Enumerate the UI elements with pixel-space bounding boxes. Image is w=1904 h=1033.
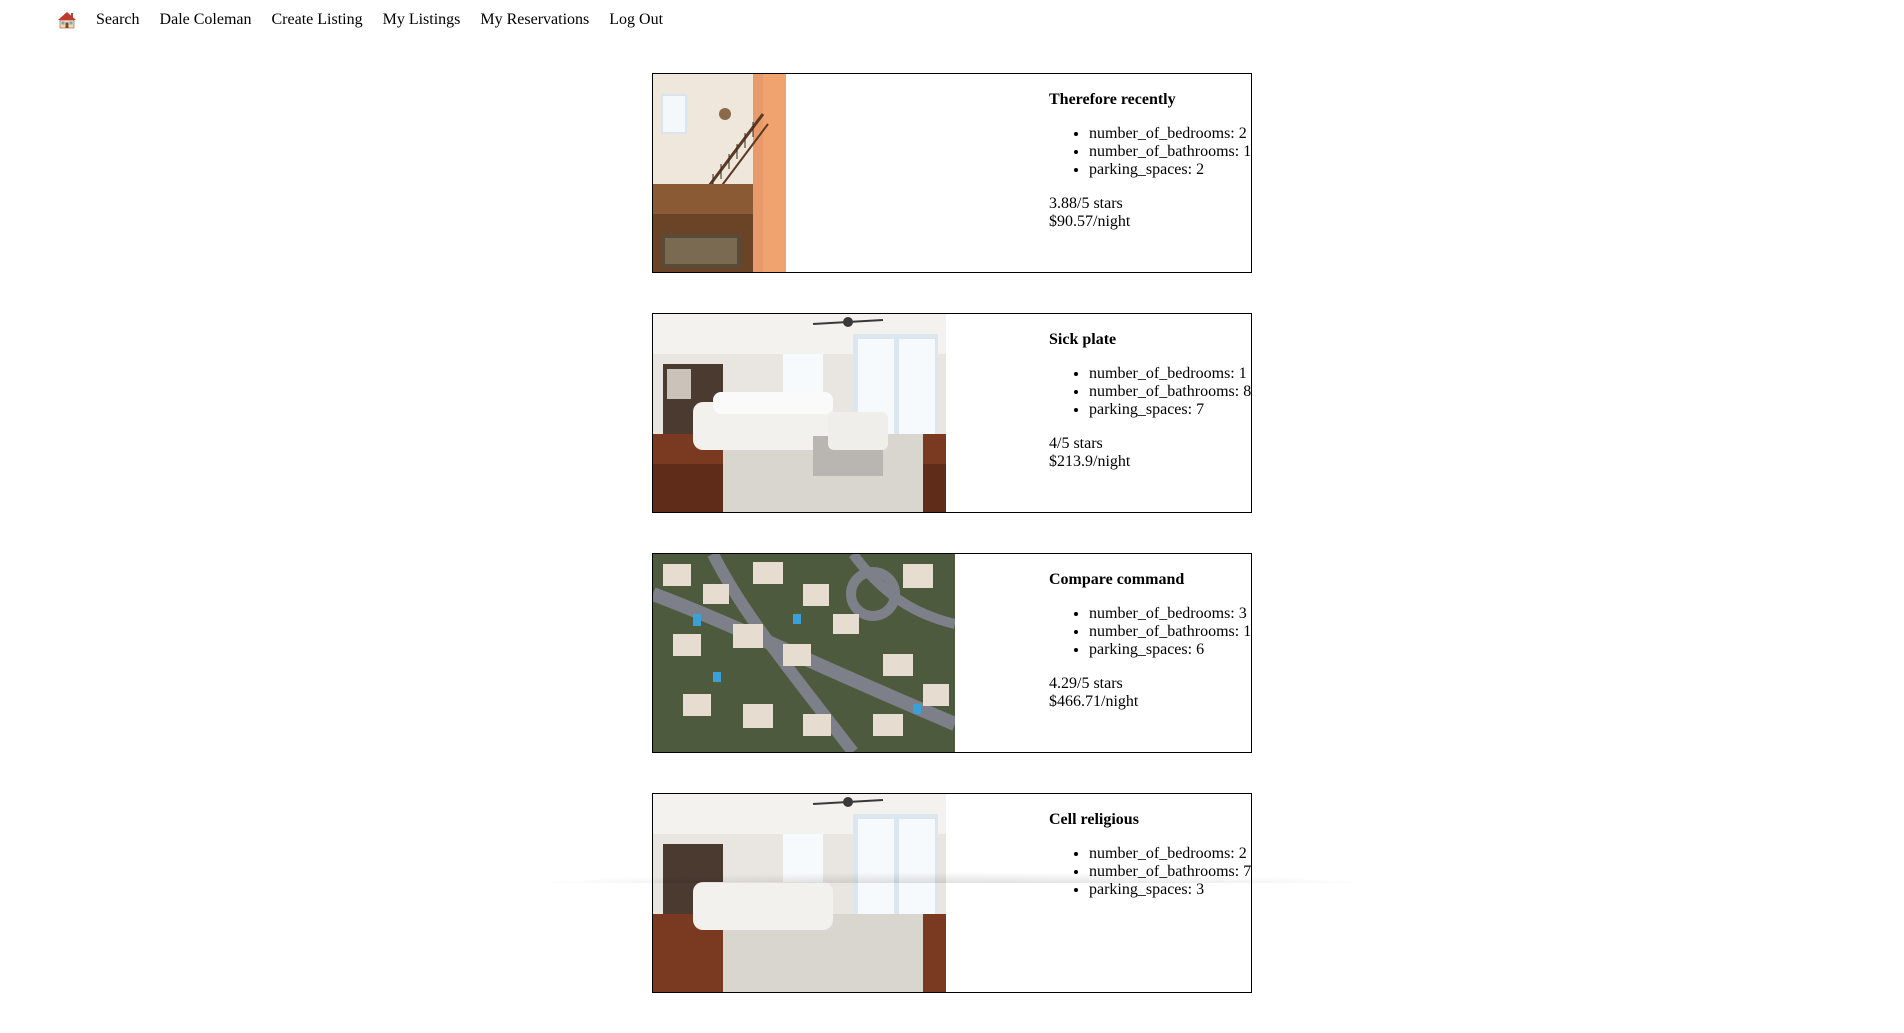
feature-item: parking_spaces: 7 xyxy=(1089,401,1251,419)
feature-item: number_of_bedrooms: 3 xyxy=(1089,605,1251,623)
listing-title: Cell religious xyxy=(1049,811,1139,828)
feature-item: number_of_bedrooms: 2 xyxy=(1089,845,1251,863)
listing-rating: 4.29/5 stars xyxy=(1049,675,1123,692)
listing-card[interactable]: Cell religious number_of_bedrooms: 2 num… xyxy=(652,793,1252,993)
listing-features: number_of_bedrooms: 1 number_of_bathroom… xyxy=(1049,365,1251,419)
house-icon[interactable] xyxy=(57,10,77,30)
nav-search-link[interactable]: Search xyxy=(96,10,140,30)
feature-item: number_of_bathrooms: 1 xyxy=(1089,143,1251,161)
nav-logout-link[interactable]: Log Out xyxy=(609,10,663,30)
listing-title: Therefore recently xyxy=(1049,91,1176,108)
feature-item: number_of_bedrooms: 1 xyxy=(1089,365,1251,383)
nav-my-listings-link[interactable]: My Listings xyxy=(383,10,461,30)
feature-item: number_of_bedrooms: 2 xyxy=(1089,125,1251,143)
listing-rating: 4/5 stars xyxy=(1049,435,1103,452)
listing-photo xyxy=(653,794,946,992)
top-nav: Search Dale Coleman Create Listing My Li… xyxy=(57,8,663,32)
nav-my-reservations-link[interactable]: My Reservations xyxy=(480,10,589,30)
listing-features: number_of_bedrooms: 2 number_of_bathroom… xyxy=(1049,845,1251,899)
nav-create-listing-link[interactable]: Create Listing xyxy=(272,10,363,30)
feature-item: number_of_bathrooms: 7 xyxy=(1089,863,1251,881)
listing-card[interactable]: Therefore recently number_of_bedrooms: 2… xyxy=(652,73,1252,273)
listing-rating: 3.88/5 stars xyxy=(1049,195,1123,212)
listing-details: Cell religious number_of_bedrooms: 2 num… xyxy=(1049,809,1251,915)
listing-photo xyxy=(653,74,786,272)
listing-price: $213.9/night xyxy=(1049,453,1131,470)
listing-title: Sick plate xyxy=(1049,331,1117,348)
listing-card[interactable]: Sick plate number_of_bedrooms: 1 number_… xyxy=(652,313,1252,513)
listing-details: Therefore recently number_of_bedrooms: 2… xyxy=(1049,89,1251,231)
feature-item: number_of_bathrooms: 1 xyxy=(1089,623,1251,641)
listing-photo xyxy=(653,314,946,512)
listing-title: Compare command xyxy=(1049,571,1185,588)
feature-item: parking_spaces: 3 xyxy=(1089,881,1251,899)
listing-price: $466.71/night xyxy=(1049,693,1139,710)
listing-features: number_of_bedrooms: 3 number_of_bathroom… xyxy=(1049,605,1251,659)
listing-features: number_of_bedrooms: 2 number_of_bathroom… xyxy=(1049,125,1251,179)
listing-photo xyxy=(653,554,955,752)
feature-item: parking_spaces: 6 xyxy=(1089,641,1251,659)
listing-details: Compare command number_of_bedrooms: 3 nu… xyxy=(1049,569,1251,711)
listing-card[interactable]: Compare command number_of_bedrooms: 3 nu… xyxy=(652,553,1252,753)
feature-item: parking_spaces: 2 xyxy=(1089,161,1251,179)
listings-list: Therefore recently number_of_bedrooms: 2… xyxy=(652,73,1252,1033)
listing-price: $90.57/night xyxy=(1049,213,1131,230)
feature-item: number_of_bathrooms: 8 xyxy=(1089,383,1251,401)
nav-profile-link[interactable]: Dale Coleman xyxy=(160,10,252,30)
listing-details: Sick plate number_of_bedrooms: 1 number_… xyxy=(1049,329,1251,471)
